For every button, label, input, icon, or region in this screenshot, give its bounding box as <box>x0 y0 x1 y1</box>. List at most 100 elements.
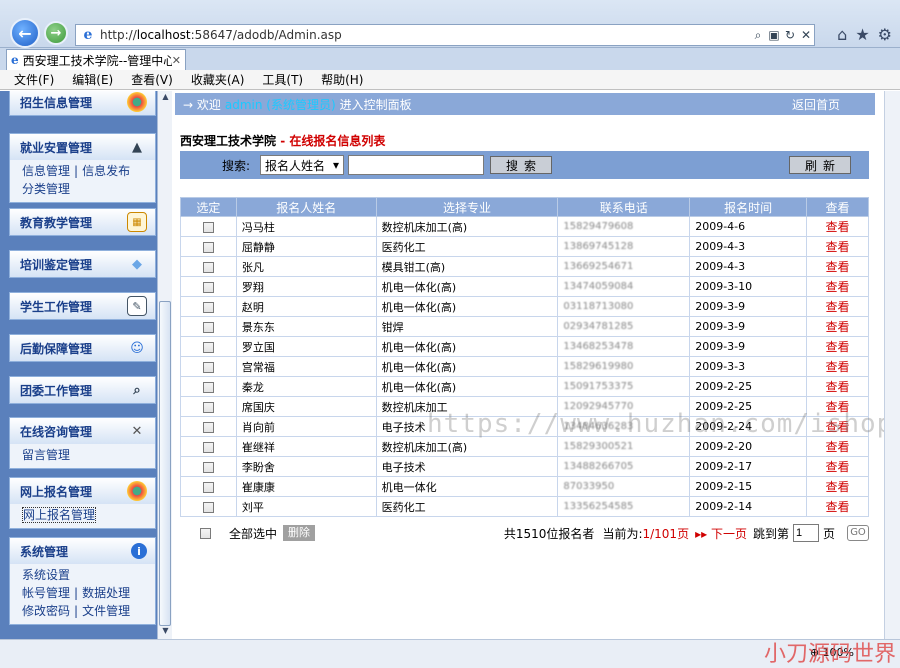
scroll-thumb[interactable] <box>159 301 171 626</box>
panel-header[interactable]: 在线咨询管理 ✕ <box>10 418 155 444</box>
sidebar-link-category-manage[interactable]: 分类管理 <box>22 182 70 196</box>
refresh-icon[interactable]: ↻ <box>782 28 798 42</box>
compat-view-icon[interactable]: ▣ <box>766 28 782 42</box>
view-link[interactable]: 查看 <box>806 336 869 357</box>
row-checkbox[interactable] <box>202 261 214 273</box>
sidebar-link-info-manage[interactable]: 信息管理 <box>22 164 70 178</box>
jump-page-input[interactable] <box>792 524 819 542</box>
panel-header[interactable]: 网上报名管理 <box>10 478 155 504</box>
view-link[interactable]: 查看 <box>806 256 869 277</box>
menu-tools[interactable]: 工具(T) <box>262 71 303 88</box>
col-header-date[interactable]: 报名时间 <box>689 197 808 217</box>
view-link[interactable]: 查看 <box>806 496 869 517</box>
menu-edit[interactable]: 编辑(E) <box>72 71 113 88</box>
close-icon[interactable]: ✕ <box>798 28 814 42</box>
search-input[interactable] <box>348 155 485 175</box>
row-checkbox[interactable] <box>202 381 214 393</box>
view-link[interactable]: 查看 <box>806 376 869 397</box>
row-checkbox[interactable] <box>202 461 214 473</box>
forward-arrow-icon[interactable]: → <box>44 21 68 45</box>
panel-header[interactable]: 学生工作管理 ✎ <box>10 293 155 319</box>
menu-file[interactable]: 文件(F) <box>14 71 54 88</box>
panel-header[interactable]: 后勤保障管理 ☺ <box>10 335 155 361</box>
back-arrow-icon[interactable]: ← <box>10 18 40 48</box>
home-link[interactable]: 返回首页 <box>792 96 840 113</box>
table-row: 罗翔 机电一体化(高) 13474059084 2009-3-10 查看 <box>180 276 869 297</box>
scroll-up-icon[interactable]: ▲ <box>158 92 172 104</box>
row-checkbox[interactable] <box>202 421 214 433</box>
main-scrollbar[interactable] <box>884 91 900 639</box>
view-link[interactable]: 查看 <box>806 316 869 337</box>
tab-close-icon[interactable]: ✕ <box>172 54 181 67</box>
delete-button[interactable]: 删除 <box>283 525 316 541</box>
favorites-star-icon[interactable]: ★ <box>855 25 869 44</box>
url-text[interactable]: http://localhost:58647/adodb/Admin.asp <box>100 28 750 42</box>
panel-header[interactable]: 培训鉴定管理 ◆ <box>10 251 155 277</box>
row-checkbox[interactable] <box>202 321 214 333</box>
scroll-down-icon[interactable]: ▼ <box>158 626 172 638</box>
view-link[interactable]: 查看 <box>806 236 869 257</box>
search-field-select[interactable]: 报名人姓名 ▾ <box>260 155 345 175</box>
cell-name: 罗立国 <box>235 336 377 357</box>
menu-favorites[interactable]: 收藏夹(A) <box>191 71 245 88</box>
col-header-major[interactable]: 选择专业 <box>375 197 559 217</box>
go-button[interactable]: GO <box>847 525 869 541</box>
panel-header[interactable]: 系统管理 i <box>10 538 155 564</box>
row-checkbox[interactable] <box>202 361 214 373</box>
address-bar[interactable]: e http://localhost:58647/adodb/Admin.asp… <box>75 24 815 46</box>
gear-icon[interactable]: ⚙ <box>878 25 892 44</box>
view-link[interactable]: 查看 <box>806 456 869 477</box>
sidebar-link-system-settings[interactable]: 系统设置 <box>22 568 70 582</box>
view-link[interactable]: 查看 <box>806 296 869 317</box>
sidebar-scrollbar[interactable]: ▲ ▼ <box>157 91 172 639</box>
row-checkbox[interactable] <box>202 281 214 293</box>
table-row: 秦龙 机电一体化(高) 15091753375 2009-2-25 查看 <box>180 376 869 397</box>
search-button[interactable]: 搜索 <box>490 156 553 174</box>
home-icon[interactable]: ⌂ <box>837 25 847 44</box>
row-checkbox[interactable] <box>202 221 214 233</box>
col-header-phone[interactable]: 联系电话 <box>557 197 691 217</box>
select-all-checkbox[interactable] <box>200 527 211 539</box>
sidebar-link-message-manage[interactable]: 留言管理 <box>22 448 70 462</box>
row-checkbox[interactable] <box>202 441 214 453</box>
refresh-button[interactable]: 刷新 <box>789 156 851 174</box>
sidebar-panel-training: 培训鉴定管理 ◆ <box>9 250 156 278</box>
sidebar-link-register-manage[interactable]: 网上报名管理 <box>22 507 97 523</box>
sidebar-link-data-process[interactable]: 数据处理 <box>82 586 130 600</box>
view-link[interactable]: 查看 <box>806 356 869 377</box>
row-checkbox[interactable] <box>202 501 214 513</box>
panel-header[interactable]: 团委工作管理 ⌕ <box>10 377 155 403</box>
table-row: 崔继祥 数控机床加工(高) 15829300521 2009-2-20 查看 <box>180 436 869 457</box>
view-link[interactable]: 查看 <box>806 436 869 457</box>
search-icon[interactable]: ⌕ <box>750 28 766 43</box>
view-link[interactable]: 查看 <box>806 276 869 297</box>
table-row: 景东东 钳焊 02934781285 2009-3-9 查看 <box>180 316 869 337</box>
row-checkbox[interactable] <box>202 481 214 493</box>
view-link[interactable]: 查看 <box>806 476 869 497</box>
main-content: → 欢迎 admin (系统管理员) 进入控制面板 返回首页 西安理工技术学院 … <box>172 91 900 639</box>
cell-phone: 87033950 <box>557 476 691 497</box>
cell-major: 机电一体化(高) <box>375 356 559 377</box>
sidebar-link-change-password[interactable]: 修改密码 <box>22 604 70 618</box>
col-header-name[interactable]: 报名人姓名 <box>235 197 377 217</box>
row-checkbox[interactable] <box>202 241 214 253</box>
menu-view[interactable]: 查看(V) <box>131 71 173 88</box>
panel-header[interactable]: 教育教学管理 ▦ <box>10 209 155 235</box>
sidebar-link-info-publish[interactable]: 信息发布 <box>82 164 130 178</box>
cell-phone: 15829619980 <box>557 356 691 377</box>
sidebar-link-account-manage[interactable]: 帐号管理 <box>22 586 70 600</box>
row-checkbox[interactable] <box>202 401 214 413</box>
row-checkbox[interactable] <box>202 341 214 353</box>
panel-header[interactable]: 招生信息管理 <box>10 91 155 115</box>
next-page-link[interactable]: ▸▸ 下一页 <box>695 525 747 542</box>
table-row: 崔康康 机电一体化 87033950 2009-2-15 查看 <box>180 476 869 497</box>
sidebar-link-file-manage[interactable]: 文件管理 <box>82 604 130 618</box>
view-link[interactable]: 查看 <box>806 216 869 237</box>
browser-tab[interactable]: e 西安理工技术学院--管理中心 ✕ <box>6 49 186 70</box>
menu-help[interactable]: 帮助(H) <box>321 71 363 88</box>
row-select-cell <box>180 356 237 377</box>
panel-header[interactable]: 就业安置管理 ▲ <box>10 134 155 160</box>
cell-name: 冯马柱 <box>235 216 377 237</box>
row-checkbox[interactable] <box>202 301 214 313</box>
cell-date: 2009-4-3 <box>689 256 808 277</box>
